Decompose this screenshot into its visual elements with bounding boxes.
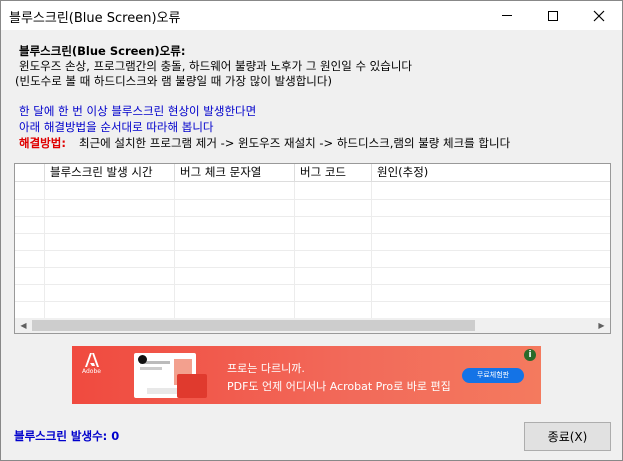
solution-label: 해결방법: — [19, 136, 66, 150]
advice-line-1: 한 달에 한 번 이상 블루스크린 현상이 발생한다면 — [19, 104, 257, 118]
exit-button[interactable]: 종료(X) — [524, 422, 611, 451]
maximize-button[interactable] — [530, 1, 576, 30]
info-line-1: 윈도우즈 손상, 프로그램간의 충돌, 하드웨어 불량과 노후가 그 원인일 수… — [19, 59, 413, 73]
window-title: 블루스크린(Blue Screen)오류 — [9, 11, 181, 26]
ad-subline: PDF도 언제 어디서나 Acrobat Pro로 바로 편집 — [227, 380, 451, 393]
maximize-icon — [548, 10, 558, 21]
grid-line — [15, 233, 610, 234]
column-header-bug-code[interactable]: 버그 코드 — [295, 164, 372, 182]
grid-line — [15, 250, 610, 251]
info-heading: 블루스크린(Blue Screen)오류: — [19, 44, 186, 58]
close-icon — [593, 10, 605, 21]
bluescreen-count: 블루스크린 발생수: 0 — [14, 429, 120, 443]
ad-brand: Adobe — [82, 368, 101, 375]
info-line-2: (빈도수로 볼 때 하드디스크와 램 불량일 때 가장 많이 발생합니다) — [15, 74, 332, 88]
pdf-icon — [177, 374, 207, 398]
horizontal-scrollbar[interactable]: ◀ ▶ — [15, 318, 610, 333]
bluescreen-list[interactable]: 블루스크린 발생 시간 버그 체크 문자열 버그 코드 원인(추정) ◀ ▶ — [14, 163, 611, 334]
ad-info-icon[interactable]: i — [524, 349, 536, 361]
minimize-button[interactable] — [484, 1, 530, 30]
solution-text: 최근에 설치한 프로그램 제거 -> 윈도우즈 재설치 -> 하드디스크,램의 … — [79, 136, 511, 150]
scroll-left-arrow-icon[interactable]: ◀ — [15, 318, 32, 333]
title-bar: 블루스크린(Blue Screen)오류 — [1, 1, 622, 30]
column-header-index[interactable] — [15, 164, 45, 182]
ad-cta-button[interactable]: 무료체험판 — [462, 368, 524, 383]
grid-line — [15, 199, 610, 200]
advice-line-2: 아래 해결방법을 순서대로 따라해 봅니다 — [19, 120, 214, 134]
column-header-time[interactable]: 블루스크린 발생 시간 — [45, 164, 175, 182]
column-header-bugcheck-string[interactable]: 버그 체크 문자열 — [175, 164, 295, 182]
scroll-right-arrow-icon[interactable]: ▶ — [593, 318, 610, 333]
minimize-icon — [502, 15, 512, 16]
column-header-cause[interactable]: 원인(추정) — [372, 164, 610, 182]
list-header: 블루스크린 발생 시간 버그 체크 문자열 버그 코드 원인(추정) — [15, 164, 610, 182]
badge-icon — [138, 355, 147, 364]
grid-line — [15, 216, 610, 217]
ad-headline: 프로는 다르니까. — [227, 362, 305, 375]
grid-line — [15, 301, 610, 302]
scroll-thumb[interactable] — [32, 320, 475, 331]
grid-line — [15, 267, 610, 268]
close-window-button[interactable] — [576, 1, 622, 30]
adobe-ad-banner[interactable]: Adobe 프로는 다르니까. PDF도 언제 어디서나 Acrobat Pro… — [72, 346, 541, 404]
grid-line — [15, 284, 610, 285]
app-window: 블루스크린(Blue Screen)오류 블루스크린(Blue Screen)오… — [0, 0, 623, 461]
adobe-logo-icon — [85, 353, 99, 367]
